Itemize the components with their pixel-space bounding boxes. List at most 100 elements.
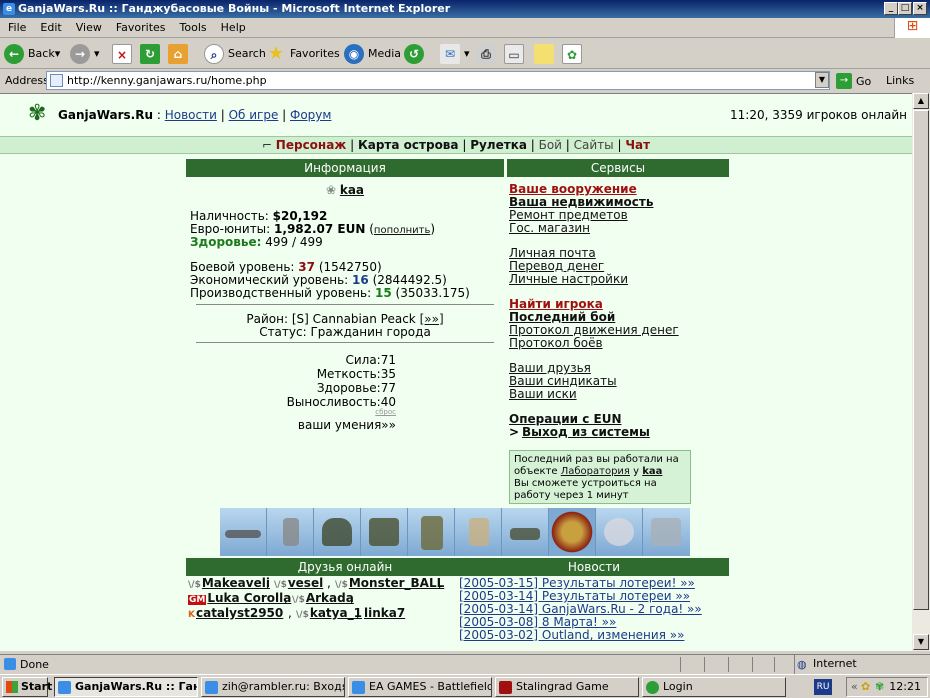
- mobile-phone-image[interactable]: [267, 508, 314, 556]
- nav-character-link[interactable]: Персонаж: [276, 138, 346, 152]
- nav-battle-link[interactable]: Бой: [539, 138, 562, 152]
- search-button[interactable]: ⌕ Search: [204, 43, 266, 65]
- camo-suit-image[interactable]: [408, 508, 455, 556]
- service-logout-link[interactable]: Выход из системы: [522, 425, 650, 439]
- scroll-up-icon[interactable]: ▲: [913, 93, 929, 109]
- service-syndicates-link[interactable]: Ваши синдикаты: [509, 374, 617, 388]
- favorites-button[interactable]: ★ Favorites: [266, 43, 340, 65]
- menu-file[interactable]: File: [0, 18, 32, 34]
- friend-link[interactable]: \/$vesel: [274, 576, 323, 590]
- tray-flower-icon[interactable]: ✿: [861, 678, 870, 696]
- stop-button[interactable]: ×: [112, 43, 136, 65]
- taskbar-item-ganjawars[interactable]: GanjaWars.Ru :: Ганд...: [54, 677, 198, 697]
- service-eun-link[interactable]: Операции с EUN: [509, 412, 621, 426]
- helmet-image[interactable]: [314, 508, 361, 556]
- maximize-button[interactable]: □: [898, 2, 912, 15]
- home-button[interactable]: ⌂: [168, 43, 192, 65]
- close-button[interactable]: ×: [913, 2, 927, 15]
- friend-link[interactable]: GM Luka Corolla: [188, 591, 291, 605]
- service-lawsuits-link[interactable]: Ваши иски: [509, 387, 577, 401]
- service-settings-link[interactable]: Личные настройки: [509, 272, 628, 286]
- mail-button[interactable]: ✉ ▾: [440, 43, 470, 65]
- menu-edit[interactable]: Edit: [32, 18, 67, 34]
- boots-image[interactable]: [455, 508, 502, 556]
- news-item[interactable]: [2005-03-15] Результаты лотереи! »»: [459, 576, 695, 590]
- menu-help[interactable]: Help: [213, 18, 252, 34]
- service-money-log-link[interactable]: Протокол движения денег: [509, 323, 679, 337]
- language-indicator[interactable]: RU: [814, 679, 832, 695]
- nav-forum-link[interactable]: Форум: [290, 108, 331, 122]
- tray-messenger-icon[interactable]: ✾: [875, 678, 884, 696]
- start-button[interactable]: Start: [2, 677, 52, 697]
- edit-button[interactable]: ▭: [504, 43, 528, 65]
- menu-view[interactable]: View: [68, 18, 108, 34]
- skills-link[interactable]: ваши умения»»: [186, 418, 396, 432]
- taskbar-item-stalingrad[interactable]: Stalingrad Game: [495, 677, 639, 697]
- service-mail-link[interactable]: Личная почта: [509, 246, 596, 260]
- nav-roulette-link[interactable]: Рулетка: [470, 138, 527, 152]
- service-property-link[interactable]: Ваша недвижимость: [509, 195, 653, 209]
- messenger-button[interactable]: ✿: [562, 43, 586, 65]
- roulette-image[interactable]: [549, 508, 596, 556]
- news-item[interactable]: [2005-03-14] Результаты лотереи »»: [459, 589, 690, 603]
- metal-armor-image[interactable]: [643, 508, 690, 556]
- service-last-battle-link[interactable]: Последний бой: [509, 310, 615, 324]
- taskbar-item-mail[interactable]: zih@rambler.ru: Входящ...: [201, 677, 345, 697]
- work-place-link[interactable]: Лаборатория: [561, 466, 630, 477]
- nav-news-link[interactable]: Новости: [165, 108, 217, 122]
- service-friends-link[interactable]: Ваши друзья: [509, 361, 591, 375]
- tray-expand-icon[interactable]: «: [851, 678, 858, 696]
- friend-link[interactable]: linka7: [364, 606, 405, 620]
- police-badge-image[interactable]: [596, 508, 643, 556]
- taskbar-item-login[interactable]: Login: [642, 677, 786, 697]
- service-battle-log-link[interactable]: Протокол боёв: [509, 336, 603, 350]
- minimize-button[interactable]: _: [884, 2, 898, 15]
- work-owner-link[interactable]: kaa: [642, 466, 662, 477]
- service-find-player-link[interactable]: Найти игрока: [509, 297, 603, 311]
- menu-favorites[interactable]: Favorites: [108, 18, 172, 34]
- nav-island-map-link[interactable]: Карта острова: [358, 138, 459, 152]
- scroll-thumb[interactable]: [913, 110, 929, 610]
- sniper-rifle-image[interactable]: [220, 508, 267, 556]
- friend-link[interactable]: \/$katya_1: [296, 606, 362, 620]
- page-icon: [50, 74, 63, 87]
- history-button[interactable]: ↺: [404, 43, 428, 65]
- discuss-button[interactable]: [534, 43, 558, 65]
- nav-chat-link[interactable]: Чат: [625, 138, 650, 152]
- print-button[interactable]: ⎙: [476, 43, 500, 65]
- go-button[interactable]: → Go: [836, 73, 871, 89]
- windows-logo-icon: ⊞: [894, 18, 930, 38]
- media-button[interactable]: ◉ Media: [344, 43, 401, 65]
- district-link[interactable]: [»»]: [420, 312, 444, 326]
- helicopter-image[interactable]: [502, 508, 549, 556]
- friend-link[interactable]: \/$Makeaveli: [188, 576, 270, 590]
- body-armor-image[interactable]: [361, 508, 408, 556]
- service-weapons-link[interactable]: Ваше вооружение: [509, 182, 637, 196]
- go-arrow-icon: →: [836, 73, 852, 89]
- menu-tools[interactable]: Tools: [172, 18, 213, 34]
- taskbar-item-ea-games[interactable]: EA GAMES - Battlefield 2 ...: [348, 677, 492, 697]
- friend-link[interactable]: \/$Monster_BALL: [335, 576, 444, 590]
- eun-topup-link[interactable]: пополнить: [374, 225, 430, 236]
- news-item[interactable]: [2005-03-02] Outland, изменения »»: [459, 628, 684, 642]
- vertical-scrollbar[interactable]: ▲ ▼: [912, 93, 930, 651]
- nav-sites-link[interactable]: Сайты: [574, 138, 614, 152]
- friend-link[interactable]: \/$Arkada: [292, 591, 354, 605]
- friend-link[interactable]: Kcatalyst2950: [188, 606, 283, 620]
- scroll-down-icon[interactable]: ▼: [913, 634, 929, 650]
- forward-button[interactable]: → ▾: [70, 43, 100, 65]
- user-name-link[interactable]: kaa: [340, 183, 364, 197]
- news-item[interactable]: [2005-03-08] 8 Марта! »»: [459, 615, 616, 629]
- nav-about-link[interactable]: Об игре: [229, 108, 279, 122]
- service-repair-link[interactable]: Ремонт предметов: [509, 208, 628, 222]
- address-dropdown-button[interactable]: ▼: [815, 72, 829, 88]
- back-button[interactable]: ← Back ▾: [4, 43, 60, 65]
- address-input[interactable]: http://kenny.ganjawars.ru/home.php: [46, 71, 830, 90]
- news-item[interactable]: [2005-03-14] GanjaWars.Ru - 2 года! »»: [459, 602, 702, 616]
- stat-accuracy: Меткость:35: [316, 367, 396, 381]
- links-button[interactable]: Links: [886, 74, 914, 87]
- refresh-button[interactable]: ↻: [140, 43, 164, 65]
- service-transfer-link[interactable]: Перевод денег: [509, 259, 604, 273]
- service-state-shop-link[interactable]: Гос. магазин: [509, 221, 590, 235]
- reset-stats-link[interactable]: сброс: [186, 408, 396, 416]
